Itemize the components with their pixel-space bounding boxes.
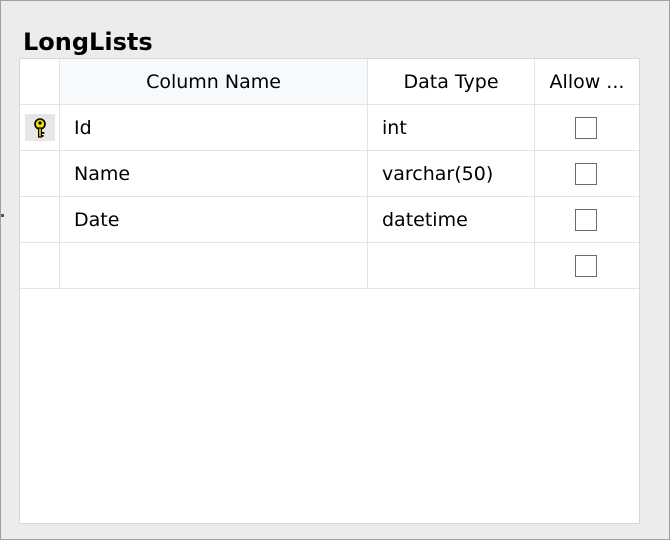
allow-nulls-checkbox[interactable] [575,209,597,231]
table-row[interactable]: Id int [20,105,639,151]
header-data-type[interactable]: Data Type [368,59,535,104]
grid-header-row: Column Name Data Type Allow ... [20,59,639,105]
column-name-cell[interactable]: Id [60,105,368,150]
data-type-cell[interactable]: datetime [368,197,535,242]
data-type-cell[interactable]: varchar(50) [368,151,535,196]
header-allow-nulls[interactable]: Allow ... [535,59,639,104]
table-row[interactable]: Name varchar(50) [20,151,639,197]
key-icon [34,118,46,138]
header-column-name[interactable]: Column Name [60,59,368,104]
allow-nulls-cell [535,197,639,242]
row-selector[interactable] [20,105,60,150]
allow-nulls-cell [535,151,639,196]
allow-nulls-checkbox[interactable] [575,117,597,139]
column-name-cell[interactable] [60,243,368,288]
row-selector[interactable] [20,151,60,196]
columns-grid: Column Name Data Type Allow ... Id int N… [19,58,640,524]
column-name-cell[interactable]: Date [60,197,368,242]
column-name-cell[interactable]: Name [60,151,368,196]
allow-nulls-cell [535,105,639,150]
table-designer: LongLists Column Name Data Type Allow ..… [0,0,670,540]
allow-nulls-cell [535,243,639,288]
allow-nulls-checkbox[interactable] [575,255,597,277]
resize-mark [1,214,4,217]
data-type-cell[interactable]: int [368,105,535,150]
primary-key-marker [25,114,55,141]
row-selector[interactable] [20,243,60,288]
table-row[interactable]: Date datetime [20,197,639,243]
row-selector[interactable] [20,197,60,242]
allow-nulls-checkbox[interactable] [575,163,597,185]
header-row-selector [20,59,60,104]
table-title: LongLists [23,28,153,56]
data-type-cell[interactable] [368,243,535,288]
table-row-new[interactable] [20,243,639,289]
